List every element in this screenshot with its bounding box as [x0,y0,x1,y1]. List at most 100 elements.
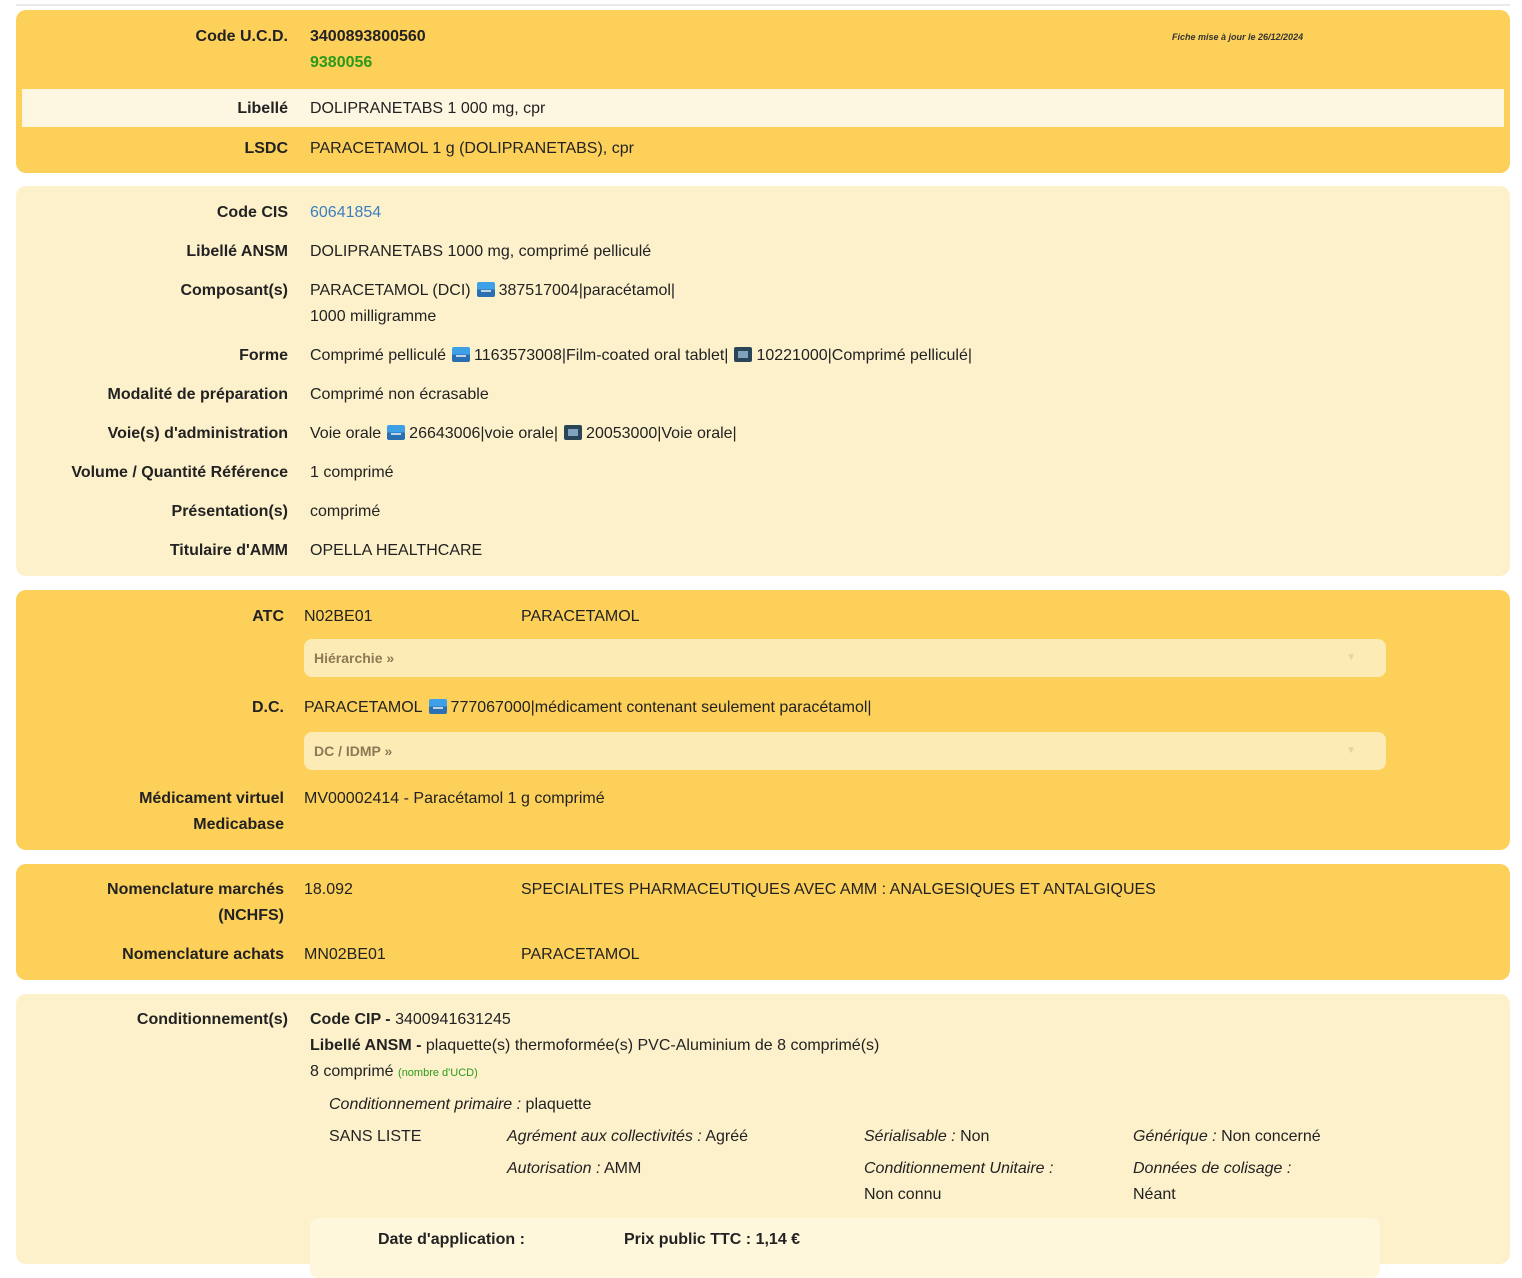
agrement-value: Agréé [705,1128,749,1145]
forme-name: Comprimé pelliculé [310,347,447,364]
composant-code: 387517004|paracétamol| [498,282,676,299]
voie-name: Voie orale [310,425,382,442]
snomed-icon[interactable] [476,282,495,297]
agrement-label: Agrément aux collectivités : [507,1128,702,1145]
volume-value: 1 comprimé [310,464,394,481]
conditionnement-panel: Conditionnement(s) Code CIP - 3400941631… [16,994,1510,1278]
code-ucd-value[interactable]: 3400893800560 [310,28,426,46]
generique-row: Générique : Non concerné [1133,1128,1321,1146]
composants-label: Composant(s) [180,282,288,299]
serialisable-row: Sérialisable : Non [864,1128,989,1146]
dc-code: 777067000|médicament contenant seulement… [450,699,872,716]
presentations-label: Présentation(s) [171,503,288,520]
code-cis-label: Code CIS [216,204,288,221]
libelle-ansm-label: Libellé ANSM [186,243,288,260]
libelle-ansm-value: DOLIPRANETABS 1000 mg, comprimé pellicul… [310,243,652,260]
dc-idmp-label: DC / IDMP » [314,743,393,759]
titulaire-label: Titulaire d'AMM [169,542,288,559]
nomenclature-panel: Nomenclature marchés (NCHFS) 18.092 SPEC… [16,864,1510,980]
snomed-icon[interactable] [387,425,406,440]
libelle-ansm-cond-row: Libellé ANSM - plaquette(s) thermoformée… [310,1037,879,1055]
cond-unitaire-label: Conditionnement Unitaire : [864,1160,1054,1177]
modalite-value: Comprimé non écrasable [310,386,489,403]
primaire-label: Conditionnement primaire : [329,1096,522,1113]
voie-value: Voie orale 26643006|voie orale| 20053000|V… [310,425,737,443]
mv-label: Médicament virtuel Medicabase [139,786,284,838]
dc-idmp-toggle[interactable]: DC / IDMP » ▼ [304,732,1386,770]
atc-label: ATC [252,608,284,625]
composant-value: PARACETAMOL (DCI) 387517004|paracétamol| [310,282,675,300]
cis-panel: Code CIS 60641854 Libellé ANSM DOLIPRANE… [16,186,1510,576]
date-application-label: Date d'application : [378,1231,525,1248]
dc-value: PARACETAMOL 777067000|médicament contenan… [304,699,872,717]
presentation-value: comprimé [310,503,381,520]
mv-label-line1: Médicament virtuel [139,790,284,807]
cip-value: 3400941631245 [395,1011,511,1028]
lsdc-label: LSDC [244,140,288,157]
serialisable-label: Sérialisable : [864,1128,956,1145]
hierarchy-label: Hiérarchie » [314,650,395,666]
colisage-value: Néant [1133,1186,1176,1203]
nomenclature-achats-code: MN02BE01 [304,946,386,963]
atc-code: N02BE01 [304,608,373,625]
voie-code-snomed: 26643006|voie orale| [409,425,559,442]
ucd-count-note: (nombre d'UCD) [398,1067,478,1079]
cip-row: Code CIP - 3400941631245 [310,1011,511,1029]
nomenclature-achats-label: Nomenclature achats [122,946,284,963]
ucd-panel: Code U.C.D. 3400893800560 9380056 Fiche … [16,10,1510,173]
prix-label: Prix public TTC : [624,1231,752,1248]
composant-dose: 1000 milligramme [310,308,437,325]
agrement-row: Agrément aux collectivités : Agréé [507,1128,748,1146]
serialisable-value: Non [960,1128,990,1145]
code-ucd-label: Code U.C.D. [195,28,288,45]
libelle-ansm-cond-label: Libellé ANSM - [310,1037,422,1054]
primaire-row: Conditionnement primaire : plaquette [329,1096,591,1114]
snomed-icon[interactable] [428,699,447,714]
code-ucd-short[interactable]: 9380056 [310,54,372,72]
volume-label: Volume / Quantité Référence [71,464,288,481]
dc-name: PARACETAMOL [304,699,423,716]
generique-label: Générique : [1133,1128,1217,1145]
libelle-ansm-cond-value: plaquette(s) thermoformée(s) PVC-Alumini… [425,1037,880,1054]
liste-value: SANS LISTE [329,1128,422,1145]
nomenclature-marches-line2: (NCHFS) [218,907,284,924]
forme-code-snomed: 1163573008|Film-coated oral tablet| [474,347,729,364]
forme-value: Comprimé pelliculé 1163573008|Film-coated… [310,347,972,365]
edqm-icon[interactable] [564,425,583,440]
nomenclature-achats-name: PARACETAMOL [521,946,640,963]
atc-panel: ATC N02BE01 PARACETAMOL Hiérarchie » ▼ D… [16,590,1510,850]
voies-label: Voie(s) d'administration [107,425,288,442]
prix-row: Prix public TTC : 1,14 € [624,1231,800,1249]
modalite-label: Modalité de préparation [107,386,288,403]
primaire-value: plaquette [525,1096,592,1113]
code-cis-link[interactable]: 60641854 [310,204,381,222]
update-note: Fiche mise à jour le 26/12/2024 [1172,32,1304,42]
count-row: 8 comprimé (nombre d'UCD) [310,1063,478,1081]
autorisation-value: AMM [603,1160,642,1177]
snomed-icon[interactable] [452,347,471,362]
ucd-count: 8 comprimé [310,1063,394,1080]
autorisation-row: Autorisation : AMM [507,1160,641,1178]
conditionnement-label: Conditionnement(s) [136,1011,288,1028]
libelle-value: DOLIPRANETABS 1 000 mg, cpr [310,100,546,117]
nomenclature-marches-code: 18.092 [304,881,353,898]
nomenclature-marches-line1: Nomenclature marchés [107,881,284,898]
chevron-down-icon: ▼ [1346,745,1356,756]
chevron-down-icon: ▼ [1346,652,1356,663]
edqm-icon[interactable] [734,347,753,362]
nomenclature-marches-label: Nomenclature marchés (NCHFS) [107,877,284,929]
colisage-label: Données de colisage : [1133,1160,1292,1177]
cond-unitaire-value: Non connu [864,1186,942,1203]
hierarchy-toggle[interactable]: Hiérarchie » ▼ [304,639,1386,677]
prix-value: 1,14 € [755,1231,801,1248]
cip-label: Code CIP - [310,1011,391,1028]
mv-label-line2: Medicabase [193,816,284,833]
titulaire-value: OPELLA HEALTHCARE [310,542,483,559]
voie-code-edqm: 20053000|Voie orale| [586,425,737,442]
top-divider [16,4,1510,6]
forme-label: Forme [239,347,288,364]
forme-code-edqm: 10221000|Comprimé pelliculé| [756,347,972,364]
composant-name: PARACETAMOL (DCI) [310,282,471,299]
nomenclature-marches-name: SPECIALITES PHARMACEUTIQUES AVEC AMM : A… [521,881,1156,898]
mv-value: MV00002414 - Paracétamol 1 g comprimé [304,790,605,807]
